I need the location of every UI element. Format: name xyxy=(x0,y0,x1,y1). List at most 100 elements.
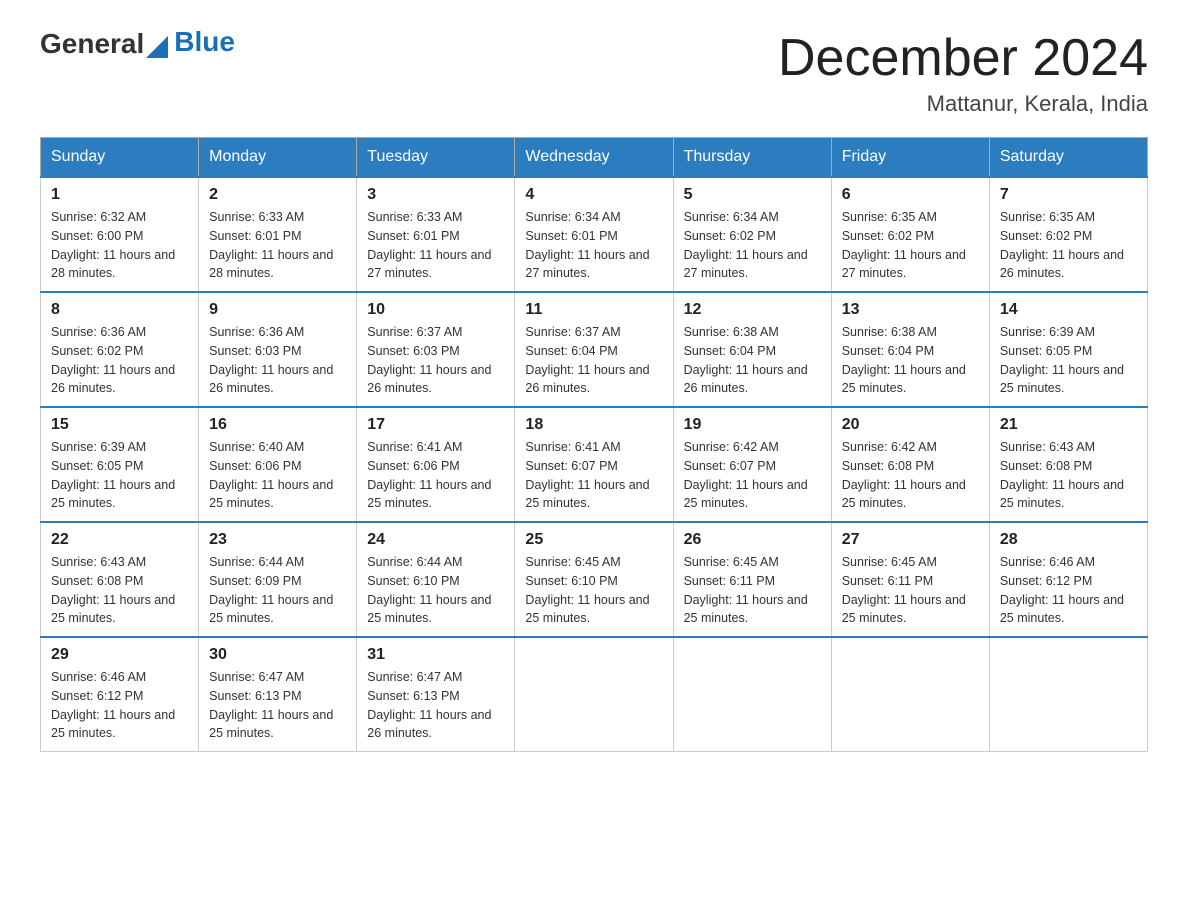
table-row: 23 Sunrise: 6:44 AM Sunset: 6:09 PM Dayl… xyxy=(199,522,357,637)
table-row: 6 Sunrise: 6:35 AM Sunset: 6:02 PM Dayli… xyxy=(831,177,989,292)
day-number: 24 xyxy=(367,531,504,549)
day-info: Sunrise: 6:44 AM Sunset: 6:10 PM Dayligh… xyxy=(367,553,504,628)
day-info: Sunrise: 6:35 AM Sunset: 6:02 PM Dayligh… xyxy=(1000,208,1137,283)
table-row: 14 Sunrise: 6:39 AM Sunset: 6:05 PM Dayl… xyxy=(989,292,1147,407)
header-thursday: Thursday xyxy=(673,138,831,178)
table-row: 10 Sunrise: 6:37 AM Sunset: 6:03 PM Dayl… xyxy=(357,292,515,407)
table-row: 4 Sunrise: 6:34 AM Sunset: 6:01 PM Dayli… xyxy=(515,177,673,292)
table-row: 29 Sunrise: 6:46 AM Sunset: 6:12 PM Dayl… xyxy=(41,637,199,752)
header-saturday: Saturday xyxy=(989,138,1147,178)
day-info: Sunrise: 6:44 AM Sunset: 6:09 PM Dayligh… xyxy=(209,553,346,628)
day-number: 18 xyxy=(525,416,662,434)
day-number: 13 xyxy=(842,301,979,319)
table-row: 17 Sunrise: 6:41 AM Sunset: 6:06 PM Dayl… xyxy=(357,407,515,522)
logo-general-text: General xyxy=(40,28,144,59)
calendar-table: Sunday Monday Tuesday Wednesday Thursday… xyxy=(40,137,1148,752)
day-info: Sunrise: 6:45 AM Sunset: 6:11 PM Dayligh… xyxy=(684,553,821,628)
header-friday: Friday xyxy=(831,138,989,178)
day-info: Sunrise: 6:36 AM Sunset: 6:03 PM Dayligh… xyxy=(209,323,346,398)
day-info: Sunrise: 6:42 AM Sunset: 6:07 PM Dayligh… xyxy=(684,438,821,513)
table-row: 22 Sunrise: 6:43 AM Sunset: 6:08 PM Dayl… xyxy=(41,522,199,637)
calendar-week-row: 8 Sunrise: 6:36 AM Sunset: 6:02 PM Dayli… xyxy=(41,292,1148,407)
calendar-week-row: 15 Sunrise: 6:39 AM Sunset: 6:05 PM Dayl… xyxy=(41,407,1148,522)
logo: General Blue xyxy=(40,30,235,60)
day-number: 11 xyxy=(525,301,662,319)
day-info: Sunrise: 6:34 AM Sunset: 6:01 PM Dayligh… xyxy=(525,208,662,283)
table-row: 5 Sunrise: 6:34 AM Sunset: 6:02 PM Dayli… xyxy=(673,177,831,292)
table-row: 13 Sunrise: 6:38 AM Sunset: 6:04 PM Dayl… xyxy=(831,292,989,407)
day-number: 15 xyxy=(51,416,188,434)
day-number: 30 xyxy=(209,646,346,664)
table-row: 16 Sunrise: 6:40 AM Sunset: 6:06 PM Dayl… xyxy=(199,407,357,522)
table-row: 30 Sunrise: 6:47 AM Sunset: 6:13 PM Dayl… xyxy=(199,637,357,752)
day-number: 28 xyxy=(1000,531,1137,549)
day-number: 1 xyxy=(51,186,188,204)
day-info: Sunrise: 6:45 AM Sunset: 6:11 PM Dayligh… xyxy=(842,553,979,628)
day-number: 31 xyxy=(367,646,504,664)
day-number: 23 xyxy=(209,531,346,549)
day-info: Sunrise: 6:47 AM Sunset: 6:13 PM Dayligh… xyxy=(209,668,346,743)
day-info: Sunrise: 6:33 AM Sunset: 6:01 PM Dayligh… xyxy=(209,208,346,283)
day-info: Sunrise: 6:46 AM Sunset: 6:12 PM Dayligh… xyxy=(1000,553,1137,628)
header-monday: Monday xyxy=(199,138,357,178)
day-info: Sunrise: 6:46 AM Sunset: 6:12 PM Dayligh… xyxy=(51,668,188,743)
day-number: 14 xyxy=(1000,301,1137,319)
day-info: Sunrise: 6:37 AM Sunset: 6:04 PM Dayligh… xyxy=(525,323,662,398)
table-row: 31 Sunrise: 6:47 AM Sunset: 6:13 PM Dayl… xyxy=(357,637,515,752)
day-info: Sunrise: 6:43 AM Sunset: 6:08 PM Dayligh… xyxy=(1000,438,1137,513)
table-row: 20 Sunrise: 6:42 AM Sunset: 6:08 PM Dayl… xyxy=(831,407,989,522)
table-row: 26 Sunrise: 6:45 AM Sunset: 6:11 PM Dayl… xyxy=(673,522,831,637)
day-number: 6 xyxy=(842,186,979,204)
day-info: Sunrise: 6:37 AM Sunset: 6:03 PM Dayligh… xyxy=(367,323,504,398)
day-number: 27 xyxy=(842,531,979,549)
day-number: 19 xyxy=(684,416,821,434)
header-tuesday: Tuesday xyxy=(357,138,515,178)
day-info: Sunrise: 6:39 AM Sunset: 6:05 PM Dayligh… xyxy=(51,438,188,513)
table-row: 27 Sunrise: 6:45 AM Sunset: 6:11 PM Dayl… xyxy=(831,522,989,637)
header-wednesday: Wednesday xyxy=(515,138,673,178)
table-row: 28 Sunrise: 6:46 AM Sunset: 6:12 PM Dayl… xyxy=(989,522,1147,637)
day-number: 10 xyxy=(367,301,504,319)
day-info: Sunrise: 6:34 AM Sunset: 6:02 PM Dayligh… xyxy=(684,208,821,283)
day-number: 22 xyxy=(51,531,188,549)
day-info: Sunrise: 6:43 AM Sunset: 6:08 PM Dayligh… xyxy=(51,553,188,628)
table-row xyxy=(831,637,989,752)
day-number: 17 xyxy=(367,416,504,434)
table-row xyxy=(989,637,1147,752)
day-number: 2 xyxy=(209,186,346,204)
calendar-week-row: 29 Sunrise: 6:46 AM Sunset: 6:12 PM Dayl… xyxy=(41,637,1148,752)
table-row: 12 Sunrise: 6:38 AM Sunset: 6:04 PM Dayl… xyxy=(673,292,831,407)
table-row xyxy=(515,637,673,752)
calendar-week-row: 1 Sunrise: 6:32 AM Sunset: 6:00 PM Dayli… xyxy=(41,177,1148,292)
table-row: 25 Sunrise: 6:45 AM Sunset: 6:10 PM Dayl… xyxy=(515,522,673,637)
day-number: 21 xyxy=(1000,416,1137,434)
day-number: 20 xyxy=(842,416,979,434)
day-number: 7 xyxy=(1000,186,1137,204)
table-row xyxy=(673,637,831,752)
day-number: 3 xyxy=(367,186,504,204)
day-number: 9 xyxy=(209,301,346,319)
table-row: 8 Sunrise: 6:36 AM Sunset: 6:02 PM Dayli… xyxy=(41,292,199,407)
day-info: Sunrise: 6:39 AM Sunset: 6:05 PM Dayligh… xyxy=(1000,323,1137,398)
day-info: Sunrise: 6:45 AM Sunset: 6:10 PM Dayligh… xyxy=(525,553,662,628)
day-info: Sunrise: 6:32 AM Sunset: 6:00 PM Dayligh… xyxy=(51,208,188,283)
day-info: Sunrise: 6:41 AM Sunset: 6:07 PM Dayligh… xyxy=(525,438,662,513)
day-info: Sunrise: 6:42 AM Sunset: 6:08 PM Dayligh… xyxy=(842,438,979,513)
day-info: Sunrise: 6:38 AM Sunset: 6:04 PM Dayligh… xyxy=(842,323,979,398)
table-row: 2 Sunrise: 6:33 AM Sunset: 6:01 PM Dayli… xyxy=(199,177,357,292)
table-row: 7 Sunrise: 6:35 AM Sunset: 6:02 PM Dayli… xyxy=(989,177,1147,292)
day-number: 25 xyxy=(525,531,662,549)
page-header: General Blue December 2024 Mattanur, Ker… xyxy=(40,30,1148,117)
calendar-week-row: 22 Sunrise: 6:43 AM Sunset: 6:08 PM Dayl… xyxy=(41,522,1148,637)
table-row: 15 Sunrise: 6:39 AM Sunset: 6:05 PM Dayl… xyxy=(41,407,199,522)
title-block: December 2024 Mattanur, Kerala, India xyxy=(778,30,1148,117)
table-row: 21 Sunrise: 6:43 AM Sunset: 6:08 PM Dayl… xyxy=(989,407,1147,522)
day-number: 8 xyxy=(51,301,188,319)
table-row: 1 Sunrise: 6:32 AM Sunset: 6:00 PM Dayli… xyxy=(41,177,199,292)
day-number: 26 xyxy=(684,531,821,549)
day-number: 16 xyxy=(209,416,346,434)
location-text: Mattanur, Kerala, India xyxy=(778,91,1148,117)
table-row: 3 Sunrise: 6:33 AM Sunset: 6:01 PM Dayli… xyxy=(357,177,515,292)
day-info: Sunrise: 6:38 AM Sunset: 6:04 PM Dayligh… xyxy=(684,323,821,398)
month-title: December 2024 xyxy=(778,30,1148,87)
